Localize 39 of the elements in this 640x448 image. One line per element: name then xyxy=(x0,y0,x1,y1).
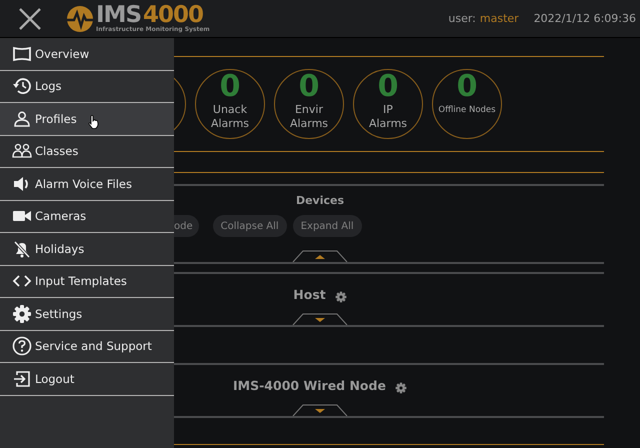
settings-icon[interactable] xyxy=(394,382,407,394)
menu-item[interactable]: Service and Support xyxy=(0,330,174,363)
panel-button[interactable]: Expand All xyxy=(292,215,362,237)
video-camera-icon xyxy=(12,209,32,224)
bell-off-icon xyxy=(12,240,32,258)
stat-count: 0 xyxy=(456,71,478,103)
group-title: IMS-4000 Wired Node xyxy=(233,378,386,393)
stat-label: IP Alarms xyxy=(368,103,408,131)
panel-title: Devices xyxy=(296,194,344,207)
expand-button[interactable] xyxy=(292,313,348,325)
date-time: 2022/1/12 6:09:36 xyxy=(534,12,636,25)
menu-item[interactable]: Classes xyxy=(0,136,174,168)
user-name: master xyxy=(480,12,519,25)
stat-label: Unack Alarms xyxy=(210,103,250,131)
menu-item[interactable]: Profiles xyxy=(0,103,174,136)
settings-icon[interactable] xyxy=(334,291,347,303)
logo-number: 4000 xyxy=(143,4,204,26)
stat-label: Envir Alarms xyxy=(290,103,328,131)
code-icon xyxy=(12,274,32,288)
expand-button[interactable] xyxy=(292,404,348,416)
history-icon xyxy=(12,77,32,96)
user-icon xyxy=(12,110,32,127)
stat-count: 0 xyxy=(220,71,240,103)
logo-name: IMS xyxy=(96,4,142,26)
screen-icon xyxy=(12,46,32,62)
users-icon xyxy=(12,143,32,160)
user-label: user: xyxy=(448,12,476,25)
hand-cursor-icon xyxy=(88,115,99,129)
collapse-button[interactable] xyxy=(292,250,348,262)
panel-button[interactable]: Collapse All xyxy=(212,215,287,237)
logout-icon xyxy=(12,370,32,388)
stat-count: 0 xyxy=(298,71,320,103)
menu-item[interactable]: Logs xyxy=(0,70,174,103)
logo-icon xyxy=(66,4,94,32)
help-icon xyxy=(12,336,32,356)
panel-button[interactable]: ode xyxy=(174,215,199,237)
stat-label: Offline Nodes xyxy=(438,104,496,116)
stat-count: 0 xyxy=(378,71,398,103)
group-title: Host xyxy=(293,287,326,302)
